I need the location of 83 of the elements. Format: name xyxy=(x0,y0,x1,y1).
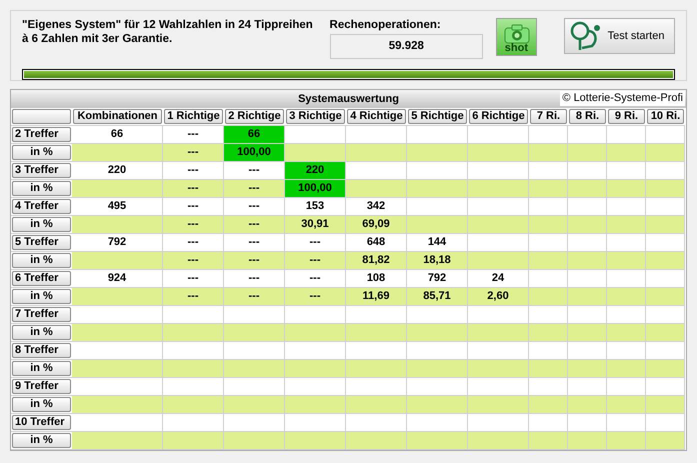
table-cell: 648 xyxy=(346,234,407,252)
table-cell: --- xyxy=(285,270,346,288)
row-header: in % xyxy=(12,181,71,196)
operations-value: 59.928 xyxy=(330,34,484,59)
table-cell: --- xyxy=(163,252,224,270)
table-cell: 220 xyxy=(72,162,163,180)
table-cell: --- xyxy=(163,216,224,234)
row-header: 8 Treffer xyxy=(12,343,71,358)
row-header: in % xyxy=(12,325,71,340)
table-cell: --- xyxy=(224,216,285,234)
table-cell: --- xyxy=(224,288,285,306)
table-cell: 792 xyxy=(72,234,163,252)
table-cell: 24 xyxy=(468,270,529,288)
column-header: Kombinationen xyxy=(73,109,162,124)
table-cell: --- xyxy=(224,252,285,270)
column-header: 10 Ri. xyxy=(647,109,684,124)
table-cell: --- xyxy=(285,288,346,306)
table-cell: 100,00 xyxy=(224,144,285,162)
table-cell: 792 xyxy=(407,270,468,288)
row-header: 10 Treffer xyxy=(12,415,71,430)
table-cell: 144 xyxy=(407,234,468,252)
table-cell: --- xyxy=(285,252,346,270)
table-cell: 100,00 xyxy=(285,180,346,198)
table-cell: 342 xyxy=(346,198,407,216)
column-header: 3 Richtige xyxy=(286,109,345,124)
table-cell: --- xyxy=(163,144,224,162)
column-header: 7 Ri. xyxy=(530,109,567,124)
table-cell: 18,18 xyxy=(407,252,468,270)
screenshot-button[interactable]: shot xyxy=(496,18,537,56)
start-test-button[interactable]: Test starten xyxy=(564,18,675,54)
row-header: 9 Treffer xyxy=(12,379,71,394)
table-cell: --- xyxy=(163,234,224,252)
header-corner xyxy=(12,109,71,124)
table-cell: 69,09 xyxy=(346,216,407,234)
table-cell: 81,82 xyxy=(346,252,407,270)
camera-icon xyxy=(504,24,530,44)
row-header: in % xyxy=(12,289,71,304)
table-cell: 924 xyxy=(72,270,163,288)
row-header: in % xyxy=(12,217,71,232)
table-cell: --- xyxy=(285,234,346,252)
table-cell: --- xyxy=(224,234,285,252)
table-cell: 153 xyxy=(285,198,346,216)
table-cell: --- xyxy=(163,162,224,180)
table-cell: --- xyxy=(224,270,285,288)
column-header: 4 Richtige xyxy=(347,109,406,124)
table-cell: --- xyxy=(224,198,285,216)
column-header: 1 Richtige xyxy=(164,109,223,124)
column-header: 9 Ri. xyxy=(608,109,645,124)
row-header: 5 Treffer xyxy=(12,235,71,250)
table-cell: 85,71 xyxy=(407,288,468,306)
table-cell: --- xyxy=(163,288,224,306)
row-header: 2 Treffer xyxy=(12,127,71,142)
table-title: Systemauswertung xyxy=(298,92,399,107)
row-header: in % xyxy=(12,361,71,376)
column-header: 2 Richtige xyxy=(225,109,284,124)
table-cell: --- xyxy=(163,126,224,144)
row-header: 6 Treffer xyxy=(12,271,71,286)
operations-label: Rechenoperationen: xyxy=(330,18,442,32)
copyright-note: © Lotterie-Systeme-Profi xyxy=(560,91,685,106)
table-cell: --- xyxy=(163,198,224,216)
table-cell: --- xyxy=(163,180,224,198)
table-cell: 66 xyxy=(72,126,163,144)
table-cell: 2,60 xyxy=(468,288,529,306)
row-header: in % xyxy=(12,433,71,448)
row-header: 4 Treffer xyxy=(12,199,71,214)
row-header: in % xyxy=(12,253,71,268)
table-cell: 108 xyxy=(346,270,407,288)
table-cell: 220 xyxy=(285,162,346,180)
row-header: 3 Treffer xyxy=(12,163,71,178)
row-header: in % xyxy=(12,145,71,160)
column-header: 5 Richtige xyxy=(408,109,467,124)
column-header: 6 Richtige xyxy=(469,109,528,124)
table-cell: 495 xyxy=(72,198,163,216)
table-cell: 11,69 xyxy=(346,288,407,306)
table-cell: 30,91 xyxy=(285,216,346,234)
table-cell: 66 xyxy=(224,126,285,144)
table-cell: --- xyxy=(224,162,285,180)
table-cell: --- xyxy=(163,270,224,288)
table-cell: --- xyxy=(224,180,285,198)
column-header: 8 Ri. xyxy=(569,109,606,124)
row-header: in % xyxy=(12,397,71,412)
row-header: 7 Treffer xyxy=(12,307,71,322)
system-description: "Eigenes System" für 12 Wahlzahlen in 24 Tippreihen à 6 Zahlen mit 3er Garantie. xyxy=(22,18,314,47)
